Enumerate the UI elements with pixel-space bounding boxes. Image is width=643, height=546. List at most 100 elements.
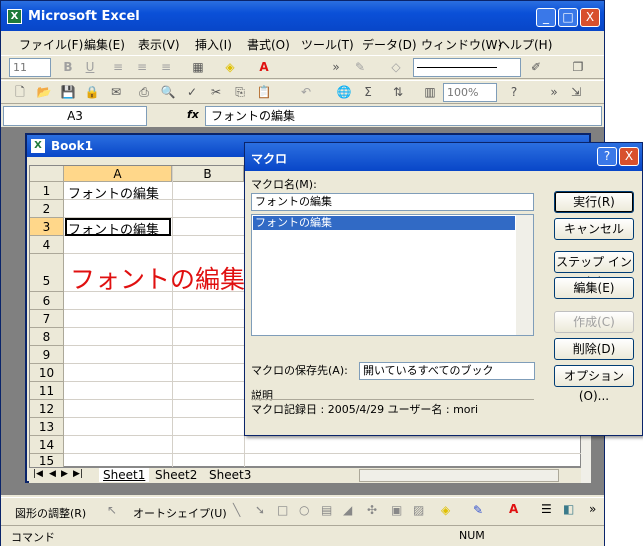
next-sheet-button[interactable]: ▶ [61, 469, 68, 479]
autoshape-menu[interactable]: オートシェイプ(U) [133, 505, 227, 521]
create-button[interactable]: 作成(C) [554, 311, 634, 333]
row-header[interactable]: 11 [30, 382, 64, 400]
menu-data[interactable]: データ(D) [362, 36, 417, 53]
list-scrollbar[interactable] [516, 215, 533, 335]
cancel-button[interactable]: キャンセル [554, 218, 634, 240]
run-button[interactable]: 実行(R) [554, 191, 634, 213]
eraser-icon[interactable]: ◇ [387, 59, 405, 76]
close-button[interactable]: X [580, 8, 600, 27]
copy-icon[interactable]: ⎘ [231, 84, 249, 101]
zoom-combo[interactable]: 100% [443, 83, 497, 102]
undo-icon[interactable]: ↶ [297, 84, 315, 101]
line-icon[interactable]: ╲ [233, 503, 240, 517]
align-right-icon[interactable]: ≡ [157, 59, 175, 76]
line-style-combo[interactable] [413, 58, 521, 77]
print-icon[interactable]: ⎙ [135, 84, 153, 101]
cell-a1[interactable]: フォントの編集 [68, 183, 159, 202]
drawing-options-icon[interactable]: » [589, 502, 596, 516]
clipart-icon[interactable]: ▣ [391, 503, 402, 517]
permission-icon[interactable]: 🔒 [83, 84, 101, 101]
row-header[interactable]: 15 [30, 454, 64, 468]
store-select[interactable]: 開いているすべてのブック [359, 362, 535, 380]
draw-menu[interactable]: 図形の調整(R) [15, 505, 86, 521]
formula-input[interactable]: フォントの編集 [205, 106, 602, 126]
first-sheet-button[interactable]: |◀ [33, 469, 43, 479]
row-header[interactable]: 14 [30, 436, 64, 454]
help-button[interactable]: ? [597, 147, 617, 166]
diagram-icon[interactable]: ✣ [367, 503, 377, 517]
wordart-icon[interactable]: ◢ [343, 503, 352, 517]
menu-help[interactable]: ヘルプ(H) [498, 36, 552, 53]
tab-sheet2[interactable]: Sheet2 [155, 468, 197, 482]
macro-name-input[interactable]: フォントの編集 [251, 193, 534, 211]
line-style-icon[interactable]: ☰ [541, 502, 552, 516]
menu-tools[interactable]: ツール(T) [301, 36, 354, 53]
macro-list-item[interactable]: フォントの編集 [253, 216, 515, 230]
toolbar-options-icon[interactable]: » [327, 59, 345, 76]
delete-button[interactable]: 削除(D) [554, 338, 634, 360]
name-box[interactable]: A3 [3, 106, 147, 126]
preview-icon[interactable]: 🔍 [159, 84, 177, 101]
font-color-icon[interactable]: A [255, 59, 273, 76]
column-header-a[interactable]: A [64, 166, 172, 182]
help-icon[interactable]: ? [505, 84, 523, 101]
fill-color-icon[interactable]: ◈ [221, 59, 239, 76]
bold-icon[interactable]: B [59, 59, 77, 76]
font-size-combo[interactable]: 11 [9, 58, 51, 77]
underline-icon[interactable]: U [81, 59, 99, 76]
oval-icon[interactable]: ○ [299, 503, 309, 517]
hyperlink-icon[interactable]: 🌐 [335, 84, 353, 101]
copy-format-icon[interactable]: ❐ [569, 59, 587, 76]
tab-sheet1[interactable]: Sheet1 [99, 468, 150, 482]
save-icon[interactable]: 💾 [59, 84, 77, 101]
select-all-corner[interactable] [30, 166, 64, 182]
line-color-icon[interactable]: ✐ [527, 59, 545, 76]
horizontal-scrollbar[interactable] [359, 469, 559, 482]
menu-insert[interactable]: 挿入(I) [195, 36, 232, 53]
menu-file[interactable]: ファイル(F) [19, 36, 83, 53]
pointer-icon[interactable]: ⇲ [567, 84, 585, 101]
cut-icon[interactable]: ✂ [207, 84, 225, 101]
menu-format[interactable]: 書式(O) [247, 36, 290, 53]
row-header[interactable]: 5 [30, 254, 64, 292]
row-header[interactable]: 12 [30, 400, 64, 418]
textbox-icon[interactable]: ▤ [321, 503, 332, 517]
toolbar-options-icon-2[interactable]: » [545, 84, 563, 101]
arrow-icon[interactable]: ➘ [255, 503, 265, 517]
mail-icon[interactable]: ✉ [107, 84, 125, 101]
row-header[interactable]: 10 [30, 364, 64, 382]
rectangle-icon[interactable]: □ [277, 503, 288, 517]
sort-icon[interactable]: ⇅ [389, 84, 407, 101]
tab-sheet3[interactable]: Sheet3 [209, 468, 251, 482]
paste-icon[interactable]: 📋 [255, 84, 273, 101]
last-sheet-button[interactable]: ▶| [73, 469, 83, 479]
cell-a3[interactable]: フォントの編集 [68, 219, 159, 238]
pen-icon[interactable]: ✎ [351, 59, 369, 76]
edit-button[interactable]: 編集(E) [554, 277, 634, 299]
row-header[interactable]: 6 [30, 292, 64, 310]
align-center-icon[interactable]: ≡ [133, 59, 151, 76]
cell-a5[interactable]: フォントの編集 [70, 260, 245, 296]
picture-icon[interactable]: ▨ [413, 503, 424, 517]
step-in-button[interactable]: ステップ イン(S) [554, 251, 634, 289]
line-color-icon-2[interactable]: ✎ [473, 503, 483, 517]
row-header[interactable]: 7 [30, 310, 64, 328]
fx-icon[interactable]: fx [187, 108, 199, 121]
macro-list[interactable]: フォントの編集 [251, 214, 534, 336]
menu-view[interactable]: 表示(V) [138, 36, 180, 53]
borders-icon[interactable]: ▦ [189, 59, 207, 76]
maximize-button[interactable]: □ [558, 8, 578, 27]
options-button[interactable]: オプション(O)... [554, 365, 634, 403]
row-header[interactable]: 8 [30, 328, 64, 346]
3d-icon[interactable]: ◧ [563, 502, 574, 516]
fill-color-icon-2[interactable]: ◈ [441, 503, 450, 517]
column-header-b[interactable]: B [172, 166, 244, 182]
row-header[interactable]: 4 [30, 236, 64, 254]
chart-wizard-icon[interactable]: ▥ [421, 84, 439, 101]
open-icon[interactable]: 📂 [35, 84, 53, 101]
spelling-icon[interactable]: ✓ [183, 84, 201, 101]
minimize-button[interactable]: _ [536, 8, 556, 27]
select-pointer-icon[interactable]: ↖ [107, 503, 117, 517]
align-left-icon[interactable]: ≡ [109, 59, 127, 76]
dialog-close-button[interactable]: X [619, 147, 639, 166]
